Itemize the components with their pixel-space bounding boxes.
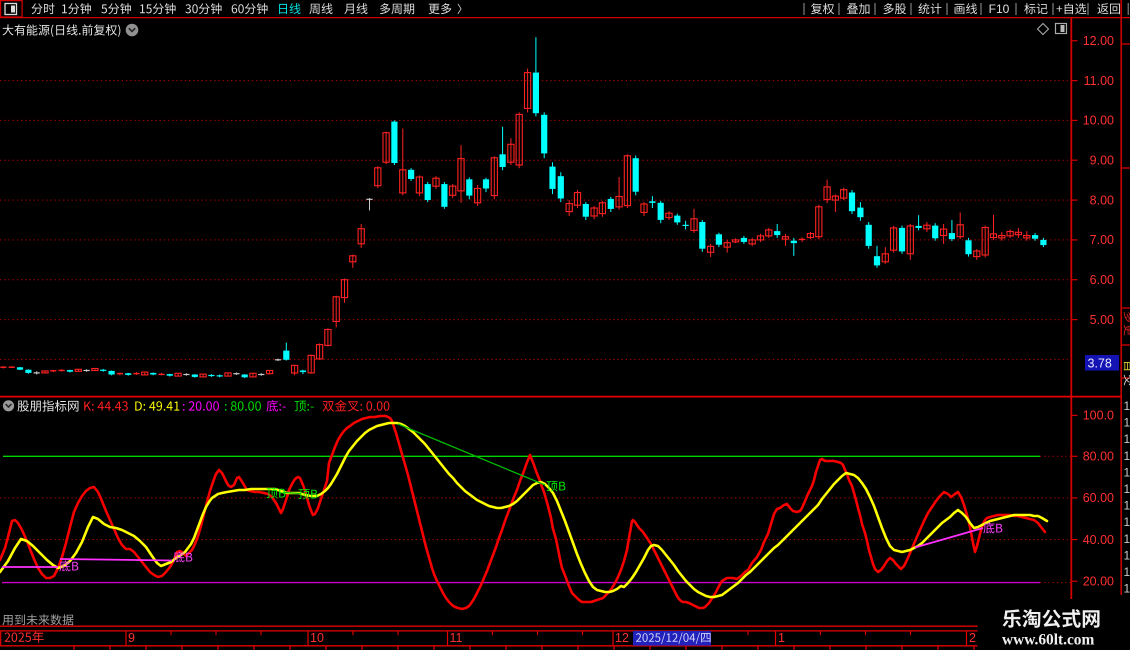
svg-text:8.00: 8.00 xyxy=(1090,193,1114,207)
svg-text:1: 1 xyxy=(1124,565,1130,579)
svg-text:10.00: 10.00 xyxy=(1083,114,1114,128)
svg-text:1: 1 xyxy=(1124,499,1130,513)
svg-text:20.00: 20.00 xyxy=(1083,575,1114,589)
svg-text:12: 12 xyxy=(615,631,629,645)
svg-text:1: 1 xyxy=(1124,416,1130,430)
svg-text:1: 1 xyxy=(1124,399,1130,413)
svg-text:80.00: 80.00 xyxy=(1083,450,1114,464)
svg-text:9: 9 xyxy=(128,631,135,645)
svg-text:1: 1 xyxy=(1124,432,1130,446)
svg-text:100.0: 100.0 xyxy=(1083,409,1114,423)
svg-text:1: 1 xyxy=(778,631,785,645)
svg-text:1: 1 xyxy=(1124,548,1130,562)
svg-text:3.78: 3.78 xyxy=(1088,356,1112,370)
svg-text:F10: F10 xyxy=(989,2,1010,16)
svg-text:11.00: 11.00 xyxy=(1084,74,1114,88)
svg-text:1: 1 xyxy=(1124,582,1130,596)
svg-text:6.00: 6.00 xyxy=(1090,273,1114,287)
svg-text:1: 1 xyxy=(1124,515,1130,529)
svg-text:1: 1 xyxy=(1124,532,1130,546)
svg-text:60.00: 60.00 xyxy=(1083,491,1114,505)
svg-text:40.00: 40.00 xyxy=(1083,533,1114,547)
svg-text:1: 1 xyxy=(1124,482,1130,496)
svg-text:11: 11 xyxy=(450,631,463,645)
svg-text:9.00: 9.00 xyxy=(1090,154,1114,168)
svg-text:1: 1 xyxy=(1124,449,1130,463)
svg-text:2: 2 xyxy=(969,631,976,645)
svg-text:12.00: 12.00 xyxy=(1083,34,1114,48)
svg-text:7.00: 7.00 xyxy=(1090,233,1114,247)
svg-text:1: 1 xyxy=(1124,465,1130,479)
svg-text:5.00: 5.00 xyxy=(1090,313,1114,327)
svg-text:10: 10 xyxy=(310,631,324,645)
svg-text:www.60lt.com: www.60lt.com xyxy=(1002,632,1095,649)
